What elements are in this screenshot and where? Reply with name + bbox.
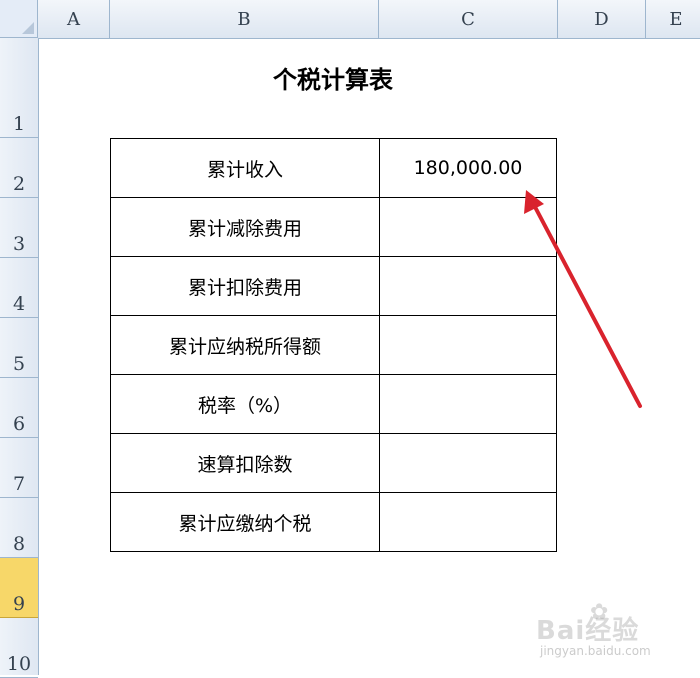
- column-header-label: E: [669, 8, 683, 30]
- row-header-label: 7: [12, 473, 26, 495]
- column-header-b[interactable]: B: [110, 0, 379, 38]
- table-row: 累计应纳税所得额: [110, 315, 557, 375]
- row-header-label: 10: [6, 653, 32, 675]
- row-header-label: 4: [12, 293, 26, 315]
- column-header-c[interactable]: C: [379, 0, 558, 38]
- row-header-1[interactable]: 1: [0, 38, 38, 138]
- tax-table: 累计收入 180,000.00 累计减除费用 累计扣除费用 累计应纳税所得额 税…: [110, 138, 557, 552]
- table-cell-value[interactable]: [379, 197, 557, 257]
- row-header-6[interactable]: 6: [0, 378, 38, 438]
- table-cell-label[interactable]: 累计减除费用: [110, 197, 380, 257]
- watermark-url: jingyan.baidu.com: [540, 644, 651, 658]
- table-cell-value[interactable]: [379, 492, 557, 552]
- table-cell-value[interactable]: [379, 256, 557, 316]
- table-row: 累计扣除费用: [110, 256, 557, 316]
- row-header-label: 9: [12, 593, 26, 615]
- select-all-corner[interactable]: [0, 0, 38, 38]
- table-row: 累计减除费用: [110, 197, 557, 257]
- table-cell-label[interactable]: 速算扣除数: [110, 433, 380, 493]
- row-header-9[interactable]: 9: [0, 558, 38, 618]
- table-cell-value[interactable]: 180,000.00: [379, 138, 557, 198]
- row-header-label: 5: [12, 353, 26, 375]
- column-header-label: C: [461, 8, 475, 30]
- baidu-jingyan-watermark: Bai经验 ✿ jingyan.baidu.com: [536, 600, 696, 662]
- table-row: 累计应缴纳个税: [110, 492, 557, 552]
- row-header-label: 1: [12, 113, 26, 135]
- table-cell-value[interactable]: [379, 315, 557, 375]
- select-all-triangle-icon: [22, 22, 34, 34]
- row-header-label: 2: [12, 173, 26, 195]
- column-header-d[interactable]: D: [558, 0, 646, 38]
- row-header-8[interactable]: 8: [0, 498, 38, 558]
- row-header-3[interactable]: 3: [0, 198, 38, 258]
- row-header-bar: 1 2 3 4 5 6 7 8 9 10: [0, 38, 39, 678]
- table-cell-value[interactable]: [379, 374, 557, 434]
- row-header-2[interactable]: 2: [0, 138, 38, 198]
- row-header-4[interactable]: 4: [0, 258, 38, 318]
- row-header-label: 6: [12, 413, 26, 435]
- column-header-label: A: [67, 8, 80, 30]
- table-cell-value[interactable]: [379, 433, 557, 493]
- table-cell-label[interactable]: 税率（%）: [110, 374, 380, 434]
- table-cell-label[interactable]: 累计应纳税所得额: [110, 315, 380, 375]
- table-cell-label[interactable]: 累计应缴纳个税: [110, 492, 380, 552]
- column-header-bar: A B C D E: [38, 0, 700, 39]
- row-header-5[interactable]: 5: [0, 318, 38, 378]
- sheet-title[interactable]: 个税计算表: [110, 60, 556, 110]
- row-header-label: 3: [12, 233, 26, 255]
- column-header-e[interactable]: E: [646, 0, 700, 38]
- table-cell-label[interactable]: 累计扣除费用: [110, 256, 380, 316]
- column-header-label: D: [594, 8, 609, 30]
- table-row: 累计收入 180,000.00: [110, 138, 557, 198]
- row-header-7[interactable]: 7: [0, 438, 38, 498]
- watermark-logo: Bai经验: [536, 616, 640, 646]
- table-row: 速算扣除数: [110, 433, 557, 493]
- row-header-10[interactable]: 10: [0, 618, 38, 678]
- paw-icon: ✿: [590, 600, 609, 625]
- column-header-label: B: [237, 8, 251, 30]
- table-row: 税率（%）: [110, 374, 557, 434]
- table-cell-label[interactable]: 累计收入: [110, 138, 380, 198]
- column-header-a[interactable]: A: [38, 0, 110, 38]
- row-header-label: 8: [12, 533, 26, 555]
